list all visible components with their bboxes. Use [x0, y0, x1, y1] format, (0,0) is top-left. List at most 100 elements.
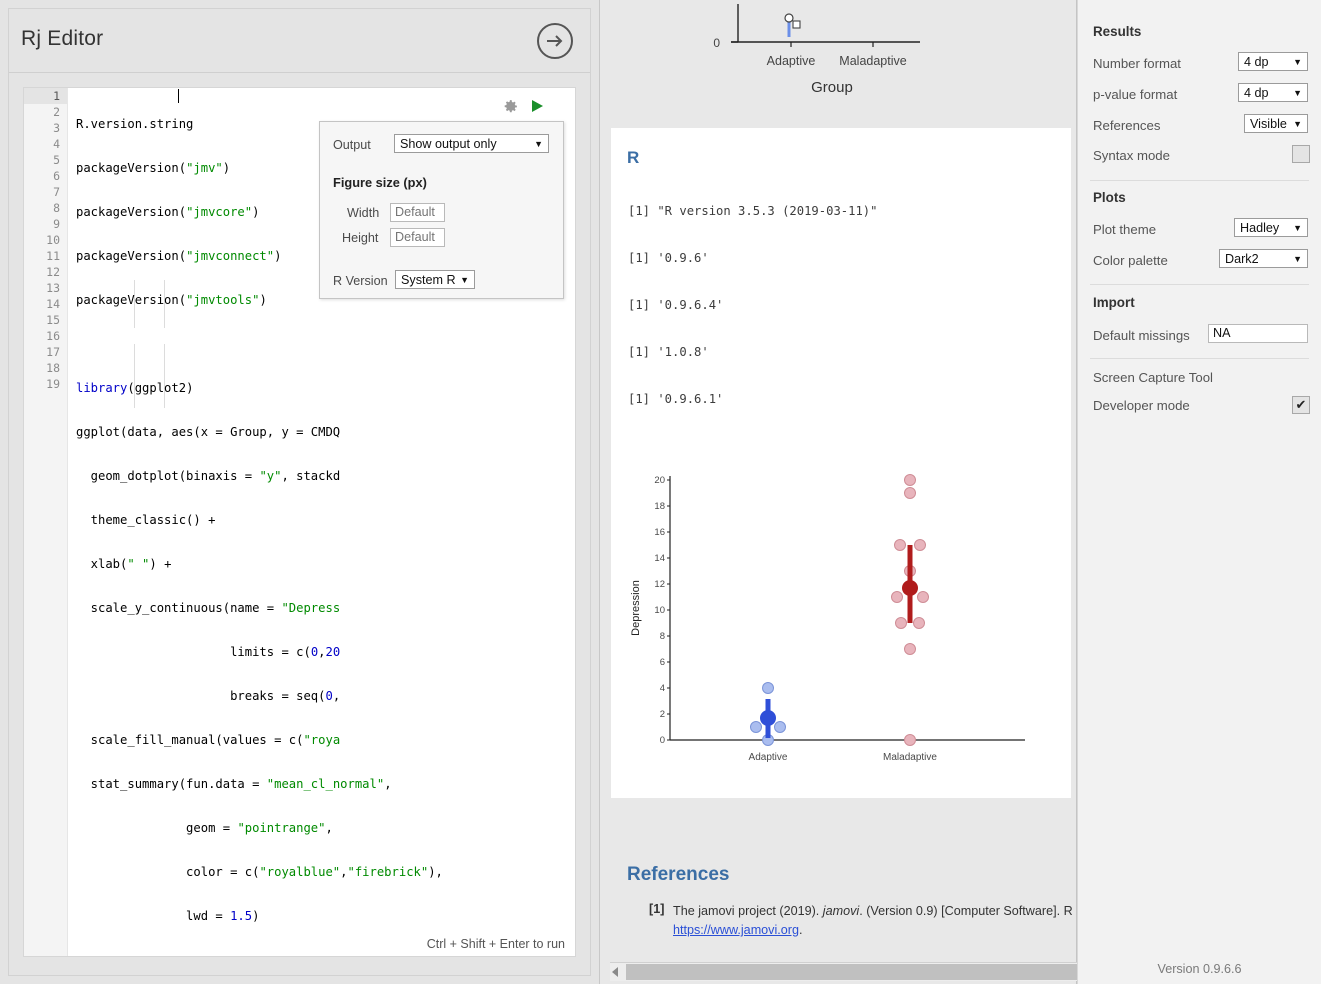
scrollbar-thumb[interactable]	[626, 964, 1077, 980]
number-format-label: Number format	[1093, 56, 1181, 71]
chevron-down-icon: ▼	[1293, 254, 1302, 264]
color-palette-select[interactable]: Dark2 ▼	[1219, 249, 1308, 268]
code-line: library(ggplot2)	[76, 381, 194, 395]
line-number: 2	[53, 105, 60, 119]
color-palette-label: Color palette	[1093, 253, 1168, 268]
svg-text:Group: Group	[811, 79, 853, 96]
scroll-left-arrow-icon[interactable]	[612, 967, 618, 977]
line-number: 12	[46, 265, 60, 279]
references-visibility-select[interactable]: Visible ▼	[1244, 114, 1308, 133]
width-input[interactable]	[390, 203, 445, 222]
gear-icon[interactable]	[502, 98, 519, 115]
r-version-select-value: System R	[401, 273, 456, 287]
import-section-header: Import	[1093, 295, 1135, 310]
svg-text:20: 20	[654, 475, 665, 486]
screen-capture-tool-label[interactable]: Screen Capture Tool	[1093, 370, 1213, 385]
code-line: limits = c(0,20	[76, 645, 341, 659]
r-output-line: [1] '0.9.6'	[628, 251, 709, 265]
code-line: scale_y_continuous(name = "Depress	[76, 601, 341, 615]
divider	[1090, 180, 1309, 181]
default-missings-label: Default missings	[1093, 328, 1190, 343]
chevron-down-icon: ▼	[1293, 119, 1302, 129]
svg-text:Depression: Depression	[630, 580, 642, 636]
svg-text:4: 4	[660, 683, 665, 694]
r-output-line: [1] '0.9.6.4'	[628, 298, 724, 312]
r-output-line: [1] "R version 3.5.3 (2019-03-11)"	[628, 204, 878, 218]
line-number: 17	[46, 345, 60, 359]
code-line: geom_dotplot(binaxis = "y", stackd	[76, 469, 341, 483]
svg-text:8: 8	[660, 631, 665, 642]
code-line: breaks = seq(0,	[76, 689, 341, 703]
line-number: 18	[46, 361, 60, 375]
jamovi-link[interactable]: https://www.jamovi.org	[673, 923, 799, 937]
divider	[1090, 358, 1309, 359]
svg-text:16: 16	[654, 527, 665, 538]
svg-text:Maladaptive: Maladaptive	[883, 752, 937, 763]
pvalue-format-select[interactable]: 4 dp ▼	[1238, 83, 1308, 102]
line-number: 9	[53, 217, 60, 231]
line-number: 19	[46, 377, 60, 391]
references-section: References [1] The jamovi project (2019)…	[611, 846, 1073, 966]
depression-dotplot: 0 2 4 6 8 10 12 14 16 18 20 Depression A…	[625, 468, 1055, 768]
plot-theme-value: Hadley	[1240, 221, 1280, 235]
references-visibility-value: Visible	[1250, 117, 1287, 131]
line-number: 4	[53, 137, 60, 151]
line-number: 8	[53, 201, 60, 215]
svg-text:Adaptive: Adaptive	[749, 752, 788, 763]
chevron-down-icon: ▼	[534, 139, 543, 149]
run-hint-label: Ctrl + Shift + Enter to run	[426, 937, 565, 951]
rj-settings-popup: Output Show output only ▼ Figure size (p…	[319, 121, 564, 299]
line-number: 7	[53, 185, 60, 199]
width-label: Width	[347, 206, 380, 220]
code-line: xlab(" ") +	[76, 557, 172, 571]
svg-text:10: 10	[654, 605, 665, 616]
syntax-mode-checkbox[interactable]	[1292, 145, 1310, 163]
figure-size-header: Figure size (px)	[333, 175, 427, 190]
output-select-value: Show output only	[400, 137, 497, 151]
r-output-line: [1] '0.9.6.1'	[628, 392, 724, 406]
plot-theme-select[interactable]: Hadley ▼	[1234, 218, 1308, 237]
developer-mode-checkbox[interactable]: ✔	[1292, 396, 1310, 414]
divider	[1090, 284, 1309, 285]
height-input[interactable]	[390, 228, 445, 247]
r-output-card: R [1] "R version 3.5.3 (2019-03-11)" [1]…	[611, 128, 1071, 798]
line-number: 6	[53, 169, 60, 183]
default-missings-input[interactable]	[1208, 324, 1308, 343]
pvalue-format-label: p-value format	[1093, 87, 1178, 102]
line-number: 1	[24, 88, 67, 104]
number-format-value: 4 dp	[1244, 55, 1269, 69]
version-label: Version 0.9.6.6	[1157, 962, 1242, 976]
line-number: 15	[46, 313, 60, 327]
chevron-down-icon: ▼	[1293, 88, 1302, 98]
number-format-select[interactable]: 4 dp ▼	[1238, 52, 1308, 71]
r-version-select[interactable]: System R ▼	[395, 270, 475, 289]
code-line: ggplot(data, aes(x = Group, y = CMDQ	[76, 425, 341, 439]
editor-gutter: 1 2 3 4 5 6 7 8 9 10 11 12 13 14 15 16 1…	[24, 88, 68, 956]
developer-mode-label: Developer mode	[1093, 398, 1190, 413]
plots-section-header: Plots	[1093, 190, 1126, 205]
reference-item: The jamovi project (2019). jamovi. (Vers…	[673, 902, 1076, 940]
syntax-mode-label: Syntax mode	[1093, 148, 1170, 163]
page-title: Rj Editor	[21, 27, 104, 50]
arrow-right-circle-icon[interactable]	[535, 21, 575, 61]
reference-text-tail: .	[798, 923, 803, 937]
results-section-header: Results	[1093, 24, 1142, 39]
rj-header: Rj Editor	[9, 9, 590, 73]
results-panel: 0 Adaptive Maladaptive Group R [1] "R ve…	[600, 0, 1077, 984]
output-select[interactable]: Show output only ▼	[394, 134, 549, 153]
references-heading: References	[627, 864, 730, 885]
rj-options-inner: Rj Editor 1 2 3 4 5 6 7 8 9 10 11 12 13 …	[8, 8, 591, 976]
svg-text:0: 0	[660, 735, 665, 746]
r-output-line: [1] '1.0.8'	[628, 345, 709, 359]
results-horizontal-scrollbar[interactable]	[610, 962, 1077, 981]
pvalue-format-value: 4 dp	[1244, 86, 1269, 100]
chevron-down-icon: ▼	[460, 275, 469, 285]
play-icon[interactable]	[529, 98, 545, 114]
references-visibility-label: References	[1093, 118, 1161, 133]
r-section-heading: R	[627, 148, 640, 167]
chevron-down-icon: ▼	[1293, 57, 1302, 67]
svg-text:0: 0	[713, 36, 720, 50]
height-label: Height	[342, 231, 379, 245]
previous-plot-fragment: 0 Adaptive Maladaptive Group	[610, 4, 1065, 104]
rj-options-panel: Rj Editor 1 2 3 4 5 6 7 8 9 10 11 12 13 …	[0, 0, 600, 984]
